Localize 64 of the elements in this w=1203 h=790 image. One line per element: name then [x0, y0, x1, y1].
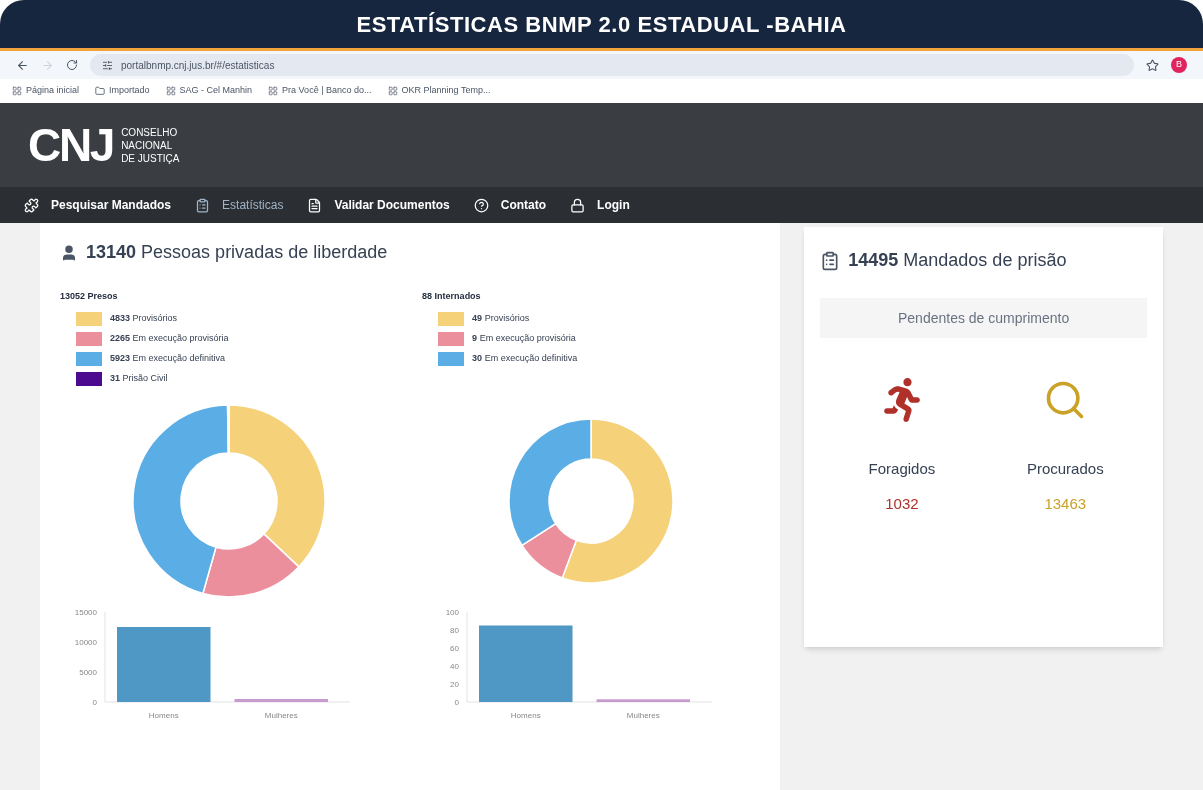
bookmark-item[interactable]: Página inicial [12, 84, 80, 98]
axis-tick-label: 100 [445, 607, 460, 617]
axis-category-label: Mulheres [264, 710, 298, 720]
bookmark-item[interactable]: OKR Planning Temp... [387, 84, 491, 98]
axis-category-label: Homens [148, 710, 179, 720]
axis-tick-label: 5000 [79, 667, 97, 677]
organization-name-line: NACIONAL [121, 138, 174, 152]
address-field[interactable]: portalbnmp.cnj.jus.br/#/estatisticas [90, 54, 1134, 76]
document-icon [307, 197, 323, 213]
panel-title: 13140 Pessoas privadas de liberdade [86, 241, 388, 264]
cnj-logo: CNJ [28, 122, 114, 168]
group-heading: 13052 Presos [60, 290, 119, 303]
legend-label: 9 Em execução provisória [472, 331, 576, 345]
axis-tick-label: 60 [450, 643, 460, 653]
axis-tick-label: 80 [450, 625, 460, 635]
nav-link[interactable]: Estatísticas [195, 196, 284, 214]
stat-label: Procurados [1026, 459, 1104, 479]
legend-label: 4833 Provisórios [110, 311, 178, 325]
bookmark-icon [387, 86, 398, 96]
nav-link[interactable]: Pesquisar Mandados [24, 196, 172, 214]
group-heading: 88 Internados [422, 290, 482, 303]
nav-link[interactable]: Validar Documentos [307, 196, 450, 214]
organization-name-line: CONSELHO [121, 125, 179, 139]
url-text: portalbnmp.cnj.jus.br/#/estatisticas [121, 58, 275, 73]
stat-value: 13463 [1044, 493, 1087, 514]
profile-avatar[interactable]: B [1171, 57, 1187, 73]
legend-label: 49 Provisórios [472, 311, 530, 325]
stat-label: Foragidos [868, 459, 936, 479]
card-title: 14495 Mandados de prisão [848, 249, 1067, 272]
axis-tick-label: 0 [454, 697, 460, 707]
bookmark-item[interactable]: SAG - Cel Manhin [165, 84, 253, 98]
axis-tick-label: 15000 [74, 607, 97, 617]
nav-link[interactable]: Login [570, 196, 630, 214]
legend-label: 31 Prisão Civil [110, 371, 168, 385]
subtitle-text: Pendentes de cumprimento [898, 308, 1070, 328]
stat-value: 1032 [885, 493, 919, 514]
legend-label: 30 Em execução definitiva [472, 351, 578, 365]
reload-icon[interactable] [66, 59, 78, 71]
axis-category-label: Homens [510, 710, 541, 720]
bookmark-star-icon[interactable] [1146, 58, 1159, 72]
clipboard-icon [820, 250, 841, 271]
axis-category-label: Mulheres [626, 710, 660, 720]
banner-title: ESTATÍSTICAS BNMP 2.0 ESTADUAL -BAHIA [356, 10, 847, 39]
puzzle-icon [24, 197, 39, 213]
organization-name-line: DE JUSTIÇA [121, 151, 180, 165]
clipboard-icon [195, 197, 211, 213]
back-icon[interactable] [16, 58, 29, 72]
nav-link[interactable]: Contato [473, 196, 547, 214]
person-icon [60, 243, 78, 262]
bookmark-item[interactable]: Pra Você | Banco do... [268, 84, 372, 98]
help-icon [473, 197, 489, 213]
bookmark-icon [12, 86, 22, 96]
axis-tick-label: 10000 [74, 637, 97, 647]
axis-tick-label: 40 [450, 661, 460, 671]
lock-icon [570, 197, 586, 213]
axis-tick-label: 0 [92, 697, 97, 707]
site-settings-icon[interactable] [102, 59, 113, 71]
folder-icon [95, 86, 106, 96]
bookmark-icon [165, 86, 176, 96]
axis-tick-label: 20 [450, 679, 460, 689]
bookmark-icon [268, 86, 279, 96]
legend-label: 5923 Em execução definitiva [110, 351, 226, 365]
legend-label: 2265 Em execução provisória [110, 331, 229, 345]
bookmark-item[interactable]: Importado [95, 84, 150, 98]
